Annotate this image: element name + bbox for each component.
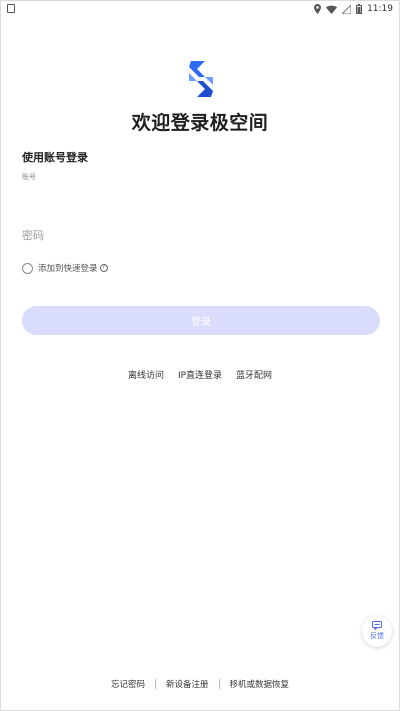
password-input[interactable] bbox=[22, 225, 380, 245]
location-icon bbox=[314, 4, 322, 14]
footer-divider bbox=[218, 679, 220, 689]
quick-login-label: 添加到快速登录 bbox=[38, 264, 98, 274]
login-section-title: 使用账号登录 bbox=[22, 151, 88, 164]
login-button[interactable]: 登录 bbox=[22, 306, 380, 335]
alt-login-links: 离线访问 IP直连登录 蓝牙配网 bbox=[1, 368, 399, 381]
wifi-icon bbox=[326, 5, 338, 14]
offline-access-link[interactable]: 离线访问 bbox=[128, 368, 164, 381]
battery-icon bbox=[356, 4, 363, 14]
feedback-button[interactable]: 反馈 bbox=[362, 615, 392, 647]
jikongjian-logo-icon bbox=[189, 61, 213, 97]
feedback-label: 反馈 bbox=[370, 632, 384, 640]
footer-divider bbox=[154, 679, 156, 689]
footer-links: 忘记密码 新设备注册 移机或数据恢复 bbox=[1, 678, 399, 690]
account-input[interactable] bbox=[22, 183, 380, 205]
status-time: 11:19 bbox=[367, 4, 393, 14]
question-circle-icon[interactable]: ? bbox=[99, 264, 108, 272]
new-device-register-link[interactable]: 新设备注册 bbox=[166, 678, 209, 690]
quick-login-radio[interactable] bbox=[22, 262, 33, 274]
status-icons: 11:19 bbox=[314, 3, 393, 15]
login-screen: 11:19 欢迎登录极空间 使用账号登录 账号 添加到快速登录 ? 登录 离线访… bbox=[0, 0, 400, 711]
signal-icon bbox=[342, 4, 352, 14]
notification-icon bbox=[7, 4, 15, 13]
feedback-icon bbox=[372, 621, 382, 630]
page-title: 欢迎登录极空间 bbox=[131, 112, 269, 134]
ip-direct-login-link[interactable]: IP直连登录 bbox=[178, 368, 222, 381]
migrate-restore-link[interactable]: 移机或数据恢复 bbox=[230, 678, 290, 690]
account-label: 账号 bbox=[22, 173, 36, 181]
bluetooth-setup-link[interactable]: 蓝牙配网 bbox=[236, 368, 272, 381]
forgot-password-link[interactable]: 忘记密码 bbox=[111, 678, 145, 690]
status-bar: 11:19 bbox=[1, 1, 399, 17]
quick-login-option[interactable]: 添加到快速登录 ? bbox=[22, 261, 108, 275]
